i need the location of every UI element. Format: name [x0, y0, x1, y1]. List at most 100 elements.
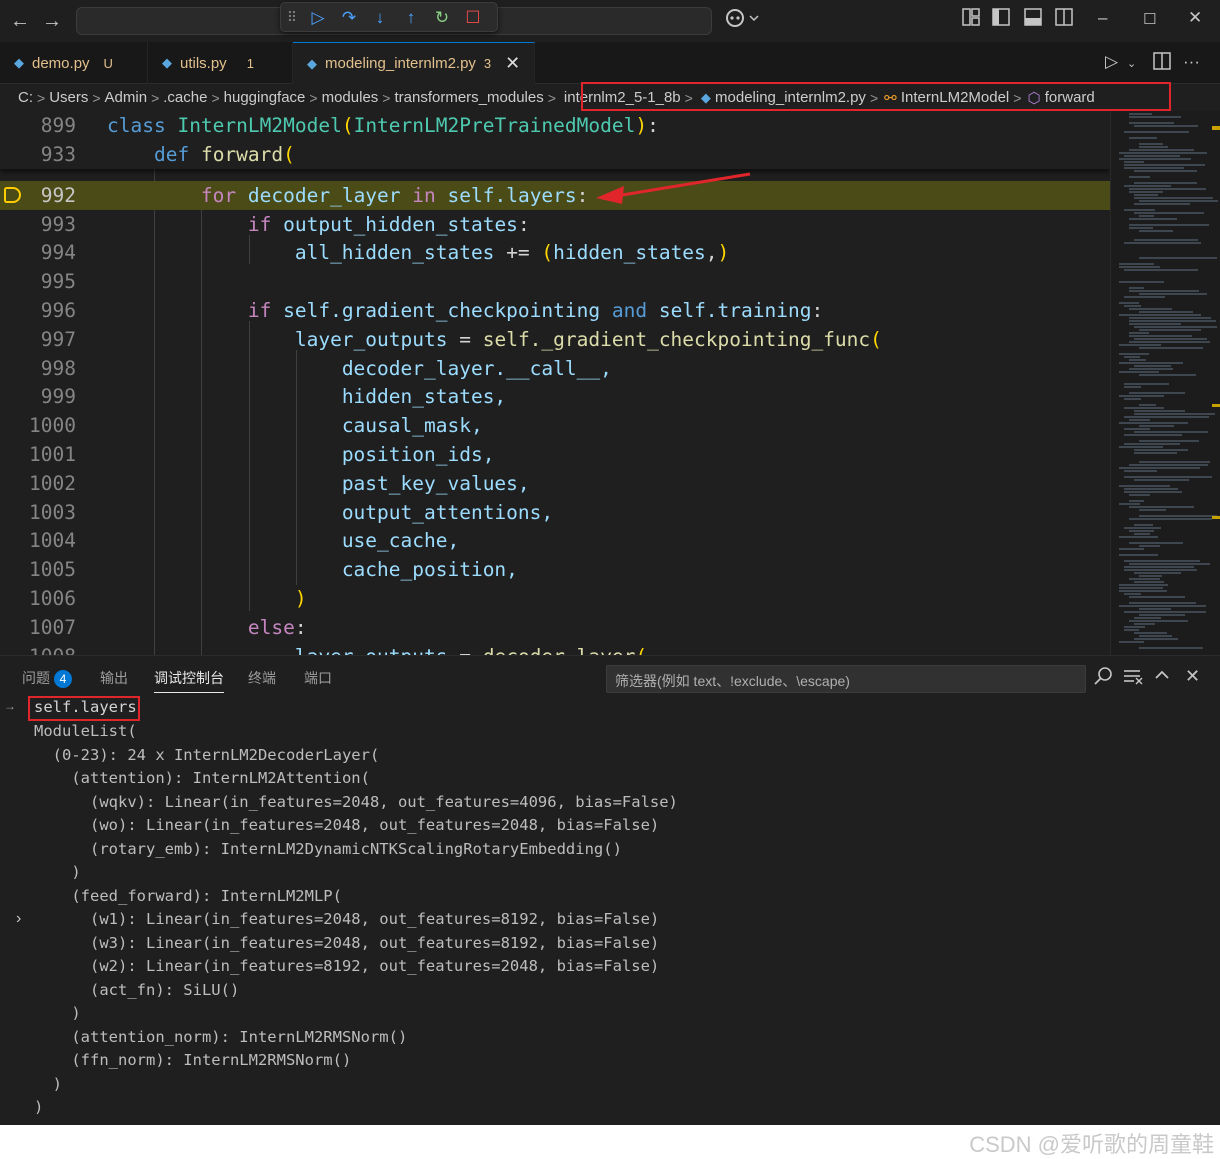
- breadcrumb-item[interactable]: C:: [18, 89, 33, 106]
- console-output-line: (w3): Linear(in_features=2048, out_featu…: [34, 934, 660, 952]
- console-highlight-box: [28, 696, 140, 721]
- minimap-line: [1134, 479, 1189, 481]
- minimap-line: [1119, 152, 1207, 154]
- more-actions-icon[interactable]: ···: [1183, 52, 1200, 72]
- minimap-line: [1119, 158, 1191, 160]
- line-number: 1006: [29, 587, 76, 610]
- clear-console-icon[interactable]: [1123, 666, 1143, 691]
- breadcrumb-item[interactable]: transformers_modules: [394, 89, 543, 106]
- minimap-line: [1129, 518, 1212, 520]
- minimap-line: [1124, 434, 1182, 436]
- minimap-line: [1129, 392, 1185, 394]
- step-into-icon[interactable]: ↓: [370, 7, 390, 27]
- line-number: 1008: [0, 642, 76, 655]
- minimap-line: [1119, 446, 1163, 448]
- tab-terminal[interactable]: 终端: [248, 668, 276, 688]
- minimap-line: [1129, 308, 1172, 310]
- minimap-line: [1129, 494, 1150, 496]
- tab-problems[interactable]: 问题 4: [22, 668, 72, 688]
- minimap-line: [1124, 356, 1140, 358]
- minimap-line: [1124, 611, 1206, 613]
- tab-ports[interactable]: 端口: [304, 668, 332, 688]
- minimap-line: [1139, 230, 1173, 232]
- minimap-marker: [1212, 126, 1220, 130]
- forward-icon[interactable]: →: [42, 10, 62, 33]
- console-output-line: (w2): Linear(in_features=8192, out_featu…: [34, 957, 660, 975]
- console-output-line: (feed_forward): InternLM2MLP(: [34, 887, 342, 905]
- minimap-line: [1119, 281, 1164, 283]
- python-file-icon: ◆: [14, 55, 24, 70]
- line-number: 993: [40, 213, 76, 236]
- toggle-sidebar-icon[interactable]: [992, 8, 1010, 31]
- console-output-line: ): [34, 1098, 44, 1116]
- step-out-icon[interactable]: ↑: [401, 7, 421, 27]
- maximize-panel-icon[interactable]: [1154, 666, 1170, 689]
- minimap-line: [1129, 542, 1183, 544]
- split-editor-icon[interactable]: [1153, 52, 1171, 75]
- close-tab-icon[interactable]: ✕: [505, 53, 520, 74]
- expand-chevron-icon[interactable]: ›: [16, 910, 21, 928]
- code-line: 997 layer_outputs = self._gradient_check…: [0, 325, 1110, 354]
- minimap-line: [1139, 257, 1217, 259]
- debug-toolbar: ⠿ ▷ ↷ ↓ ↑ ↻ ☐: [280, 2, 498, 32]
- layout-icon[interactable]: [962, 8, 980, 31]
- window-close-icon[interactable]: ✕: [1188, 8, 1202, 28]
- code-editor[interactable]: 899 class InternLM2Model(InternLM2PreTra…: [0, 111, 1110, 655]
- tab-utils-py[interactable]: ◆ utils.py 1: [148, 42, 293, 84]
- restart-icon[interactable]: ↻: [432, 7, 452, 27]
- minimap[interactable]: [1110, 111, 1220, 655]
- toggle-panel-icon[interactable]: [1024, 8, 1042, 31]
- minimize-icon[interactable]: –: [1098, 8, 1107, 28]
- tab-output[interactable]: 输出: [100, 668, 128, 688]
- run-dropdown-icon[interactable]: ⌄: [1127, 57, 1136, 70]
- minimap-line: [1139, 575, 1162, 577]
- console-output-line: (ffn_norm): InternLM2RMSNorm(): [34, 1051, 352, 1069]
- tab-debug-console[interactable]: 调试控制台: [154, 668, 224, 693]
- minimap-line: [1124, 131, 1189, 133]
- code-line: 1000 causal_mask,: [0, 411, 1110, 440]
- minimap-line: [1139, 200, 1218, 202]
- stop-icon[interactable]: ☐: [463, 7, 483, 27]
- tab-modeling-internlm2-py[interactable]: ◆ modeling_internlm2.py 3 ✕: [293, 42, 535, 84]
- close-panel-icon[interactable]: ✕: [1185, 666, 1200, 687]
- minimap-line: [1124, 428, 1150, 430]
- debug-console-filter-input[interactable]: 筛选器(例如 text、!exclude、\escape): [606, 665, 1086, 693]
- minimap-line: [1119, 353, 1149, 355]
- tab-demo-py[interactable]: ◆ demo.py U: [0, 42, 148, 84]
- minimap-line: [1139, 461, 1210, 463]
- minimap-line: [1139, 425, 1174, 427]
- minimap-line: [1119, 584, 1168, 586]
- copilot-icon[interactable]: [726, 8, 760, 33]
- console-output-line: ): [34, 1004, 81, 1022]
- minimap-line: [1119, 548, 1144, 550]
- minimap-line: [1124, 626, 1145, 628]
- minimap-line: [1119, 536, 1158, 538]
- minimap-line: [1129, 596, 1185, 598]
- drag-grip-icon[interactable]: ⠿: [287, 7, 297, 27]
- breadcrumb-item[interactable]: Admin: [105, 89, 148, 106]
- minimap-line: [1119, 641, 1144, 643]
- search-icon[interactable]: [1093, 666, 1113, 691]
- line-number: 996: [40, 299, 76, 322]
- breadcrumb-item[interactable]: Users: [49, 89, 88, 106]
- breadcrumb-item[interactable]: huggingface: [224, 89, 306, 106]
- run-icon[interactable]: ▷: [1105, 52, 1118, 72]
- minimap-line: [1119, 590, 1167, 592]
- minimap-line: [1134, 617, 1161, 619]
- back-icon[interactable]: ←: [10, 10, 30, 33]
- toggle-secondary-icon[interactable]: [1055, 8, 1073, 31]
- line-number: 1004: [29, 529, 76, 552]
- step-over-icon[interactable]: ↷: [339, 7, 359, 27]
- minimap-line: [1129, 224, 1209, 226]
- minimap-line: [1124, 296, 1165, 298]
- minimap-line: [1134, 326, 1217, 328]
- minimap-line: [1139, 509, 1166, 511]
- minimap-line: [1129, 290, 1199, 292]
- minimap-line: [1124, 560, 1200, 562]
- breadcrumb-item[interactable]: modules: [322, 89, 379, 106]
- maximize-icon[interactable]: ☐: [1143, 10, 1156, 28]
- continue-icon[interactable]: ▷: [308, 7, 328, 27]
- minimap-line: [1139, 143, 1163, 145]
- breadcrumb-item[interactable]: .cache: [163, 89, 207, 106]
- line-number: 1007: [29, 616, 76, 639]
